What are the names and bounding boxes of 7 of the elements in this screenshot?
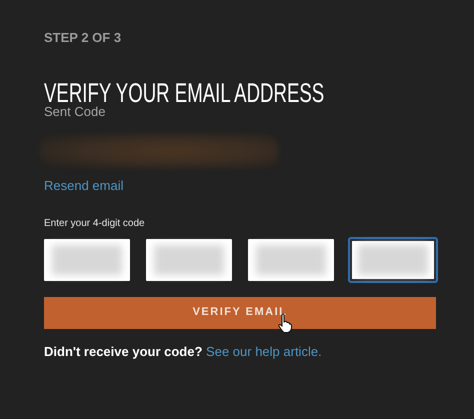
- code-input[interactable]: [350, 238, 436, 280]
- verify-button[interactable]: VERIFY EMAIL: [44, 296, 436, 328]
- code-label: Enter your 4-digit code: [44, 216, 146, 230]
- help-link[interactable]: See our help article.: [206, 344, 322, 358]
- resend-link[interactable]: Resend email: [44, 176, 124, 195]
- help-text: Didn't receive your code?: [44, 344, 202, 358]
- step-indicator: STEP 2 OF 3: [44, 29, 122, 47]
